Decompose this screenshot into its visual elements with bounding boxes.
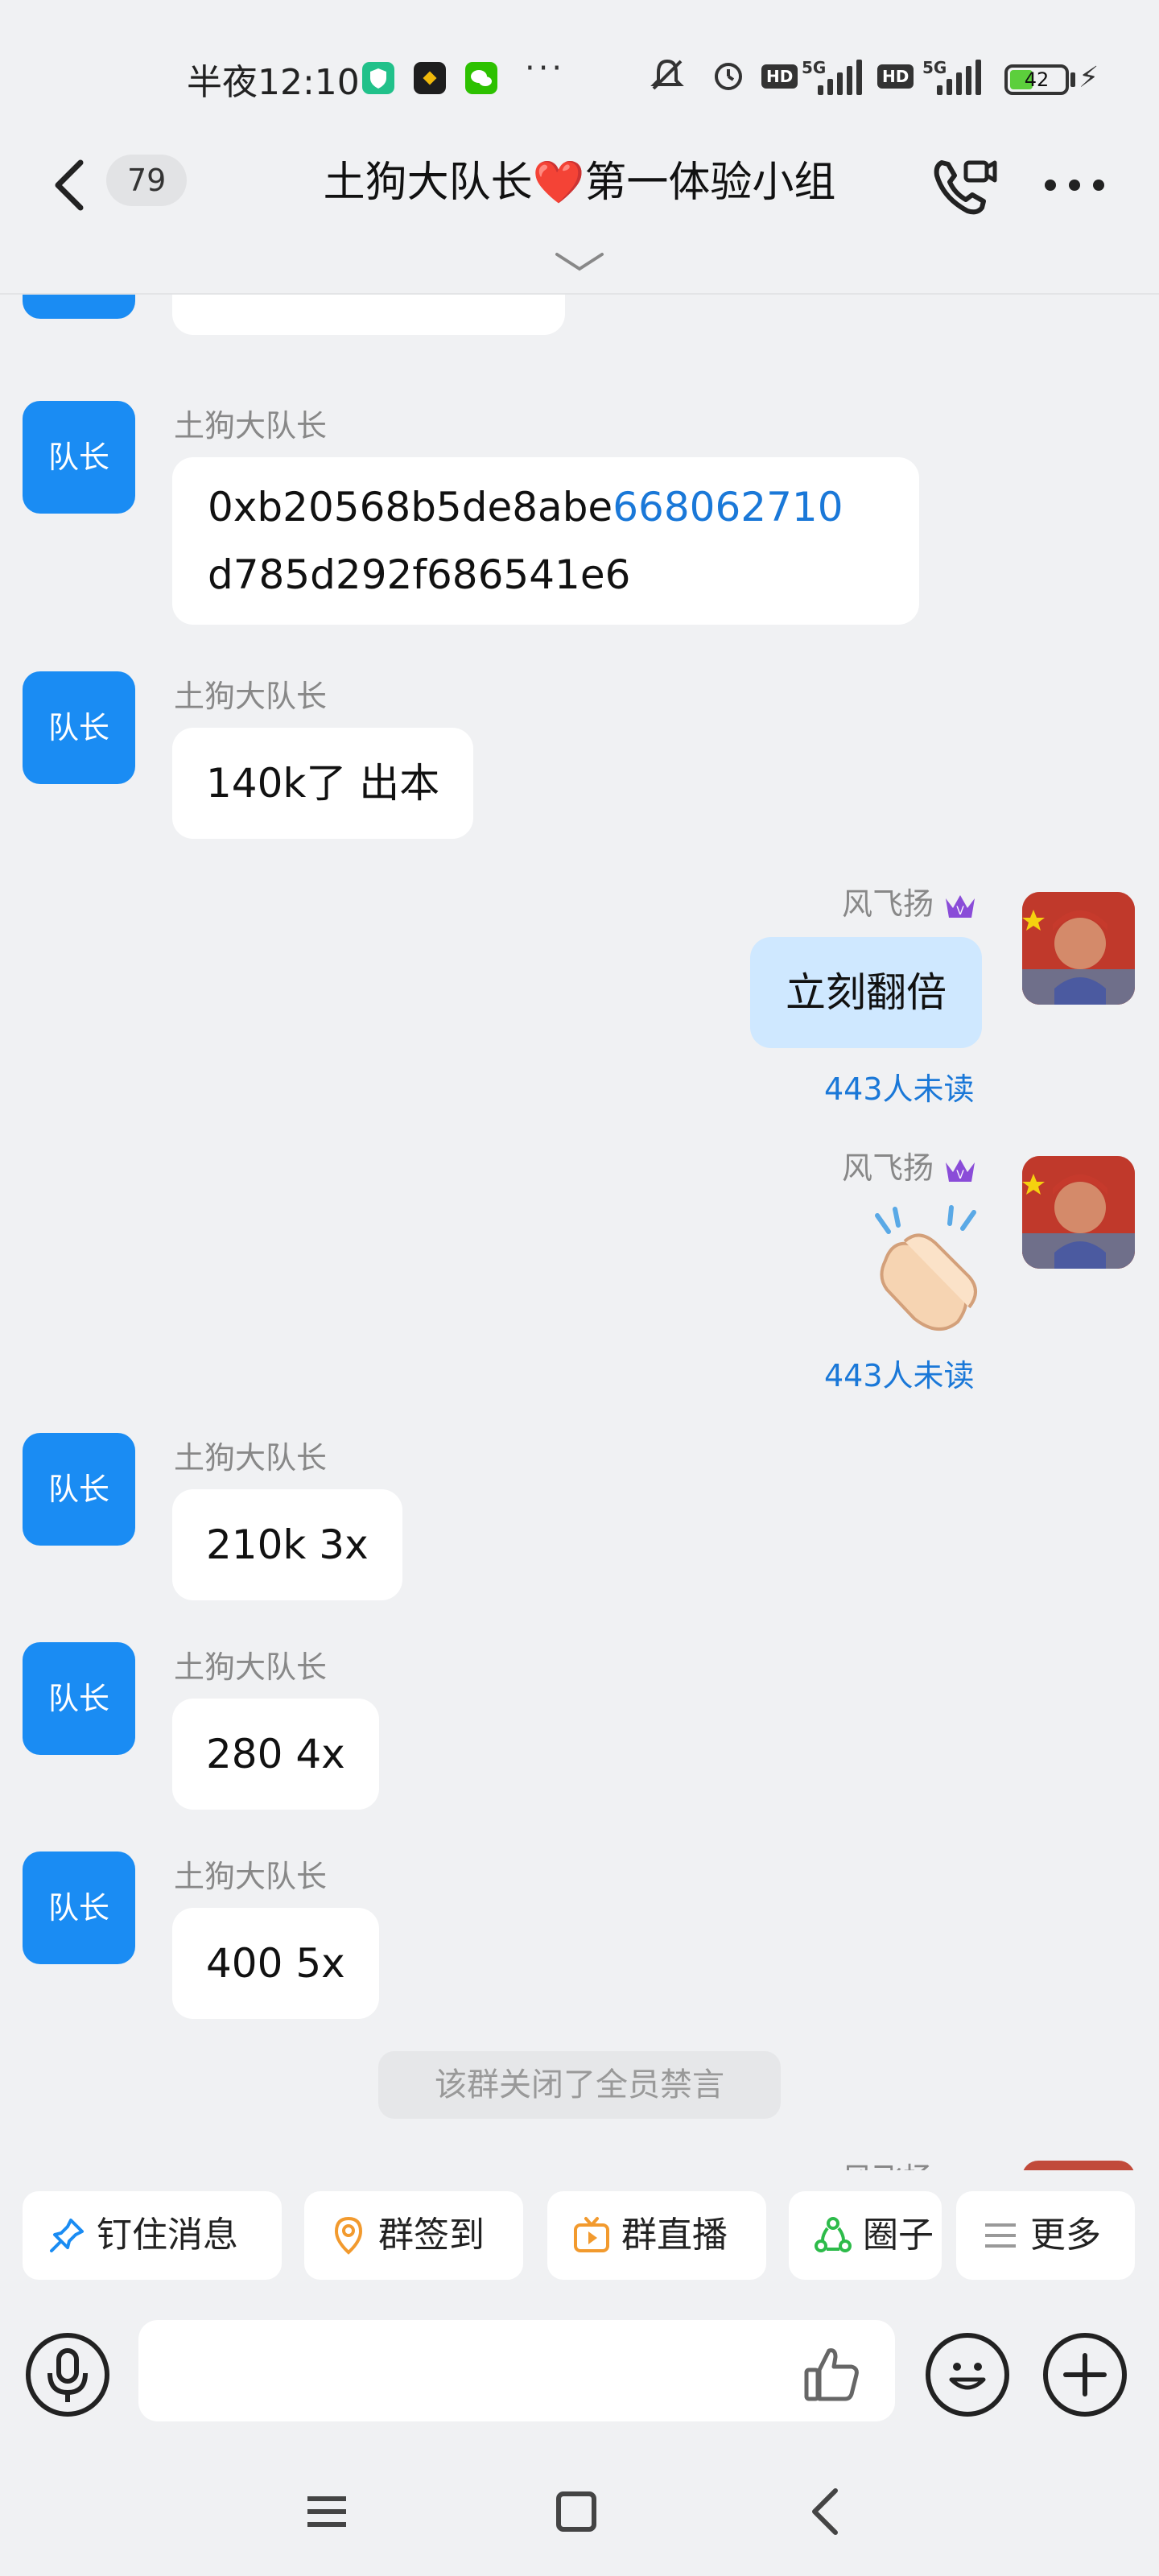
clapping-hands-icon[interactable] [861,1204,998,1341]
sender-name-text: 风飞扬 [842,886,934,922]
message-list[interactable]: 五分钟以后开禁言 队长 土狗大队长 0xb20568b5de8abe668062… [0,295,1159,2170]
message-text: d785d292f686541e6 [208,551,631,598]
charging-icon: ⚡ [1079,61,1099,94]
hd-badge-2: HD [877,64,914,89]
chat-header: 79 土狗大队长❤️第一体验小组 [0,137,1159,295]
quick-actions-bar: 钉住消息 群签到 群直播 圈子 更多 [0,2170,1159,2291]
circle-button[interactable]: 圈子 [789,2191,942,2280]
hd-badge: HD [761,64,798,89]
avatar[interactable]: 队长 [23,1642,135,1755]
avatar[interactable]: 队长 [23,671,135,784]
sender-name-text: 风飞扬 [842,1150,934,1186]
message-bubble[interactable]: 210k 3x [172,1489,402,1600]
message-text: 0xb20568b5de8abe [208,484,613,530]
message-bubble[interactable]: 五分钟以后开禁言 [172,295,565,335]
thumbs-up-icon[interactable] [802,2343,863,2404]
back-arrow-icon[interactable] [45,150,93,221]
wechat-icon [465,62,497,94]
title-prefix: 土狗大队长 [323,159,533,207]
back-nav-icon[interactable] [795,2479,860,2544]
svg-text:V: V [956,1169,964,1182]
signal-icon-2 [927,56,992,95]
pin-message-label: 钉住消息 [97,2215,238,2256]
crown-icon: V [946,1158,975,1182]
message-bubble[interactable]: 280 4x [172,1699,379,1810]
tv-icon [574,2217,609,2252]
sender-name: 风飞扬 [842,2154,934,2170]
sender-name: 土狗大队长 [174,1649,328,1685]
plus-icon [1063,2353,1107,2396]
avatar[interactable]: 队长 [23,401,135,514]
status-overflow: ··· [525,50,566,87]
crown-icon: V [946,894,975,918]
vpn-shield-icon [362,62,394,94]
sender-name: 土狗大队长 [174,408,328,444]
location-pin-icon [334,2216,363,2255]
menu-lines-icon [985,2223,1016,2248]
sender-name: 风飞扬 V [842,879,977,923]
system-navigation-bar [0,2447,1159,2576]
phone-link[interactable]: 668062710 [612,484,843,530]
message-bubble[interactable]: 140k了 出本 [172,728,474,839]
message-input-bar [0,2302,1159,2439]
microphone-icon [47,2348,88,2402]
emoji-button[interactable] [926,2333,1009,2417]
chevron-down-icon[interactable] [552,248,607,277]
group-checkin-button[interactable]: 群签到 [304,2191,523,2280]
menu-icon[interactable] [295,2479,359,2544]
message-bubble-self[interactable]: 立刻翻倍 [750,937,982,1048]
battery-icon: 42 [1004,64,1069,95]
chat-title[interactable]: 土狗大队长❤️第一体验小组 [209,147,950,219]
battery-level: 42 [1024,68,1050,91]
sender-name: 风飞扬 V [842,1143,977,1187]
battery-tip [1070,72,1075,87]
avatar[interactable]: 队长 [23,1852,135,1964]
signal-icon [811,56,863,95]
more-options-icon[interactable] [1038,161,1111,209]
unread-count-badge[interactable]: 79 [106,155,188,206]
smiley-icon [949,2363,986,2390]
message-input[interactable] [138,2320,895,2421]
pin-message-button[interactable]: 钉住消息 [23,2191,282,2280]
group-live-label: 群直播 [621,2215,728,2256]
unread-status[interactable]: 443人未读 [824,1351,975,1395]
add-attachment-button[interactable] [1043,2333,1127,2417]
circle-label: 圈子 [863,2215,934,2256]
message-bubble[interactable]: 400 5x [172,1908,379,2019]
unread-status[interactable]: 443人未读 [824,1064,975,1108]
video-call-icon[interactable] [924,148,1001,225]
binance-icon [414,62,446,94]
svg-text:V: V [956,905,964,918]
title-suffix: 第一体验小组 [584,159,836,207]
avatar[interactable]: 队长 [23,1433,135,1546]
mute-bell-icon [647,55,687,103]
sender-name: 土狗大队长 [174,1859,328,1894]
sender-name-text: 风飞扬 [842,2161,934,2170]
pin-icon [50,2219,84,2252]
group-live-button[interactable]: 群直播 [547,2191,766,2280]
status-time: 半夜12:10 [187,62,360,103]
alarm-icon [708,55,749,103]
avatar[interactable] [1022,892,1135,1005]
more-actions-button[interactable]: 更多 [956,2191,1135,2280]
sender-name: 土狗大队长 [174,1440,328,1476]
avatar[interactable] [1022,1156,1135,1269]
more-actions-label: 更多 [1030,2215,1101,2256]
status-bar: 半夜12:10 ··· HD 5G HD 5G 42 ⚡ [0,0,1159,153]
avatar[interactable] [1022,2161,1135,2170]
home-icon[interactable] [544,2479,608,2544]
avatar[interactable] [23,295,135,319]
group-checkin-label: 群签到 [378,2215,485,2256]
message-bubble[interactable]: 0xb20568b5de8abe668062710 d785d292f68654… [172,457,919,625]
voice-input-button[interactable] [26,2333,109,2417]
heart-icon: ❤️ [532,159,585,207]
system-notice: 该群关闭了全员禁言 [378,2051,781,2119]
sender-name: 土狗大队长 [174,679,328,714]
circle-share-icon [815,2217,852,2252]
